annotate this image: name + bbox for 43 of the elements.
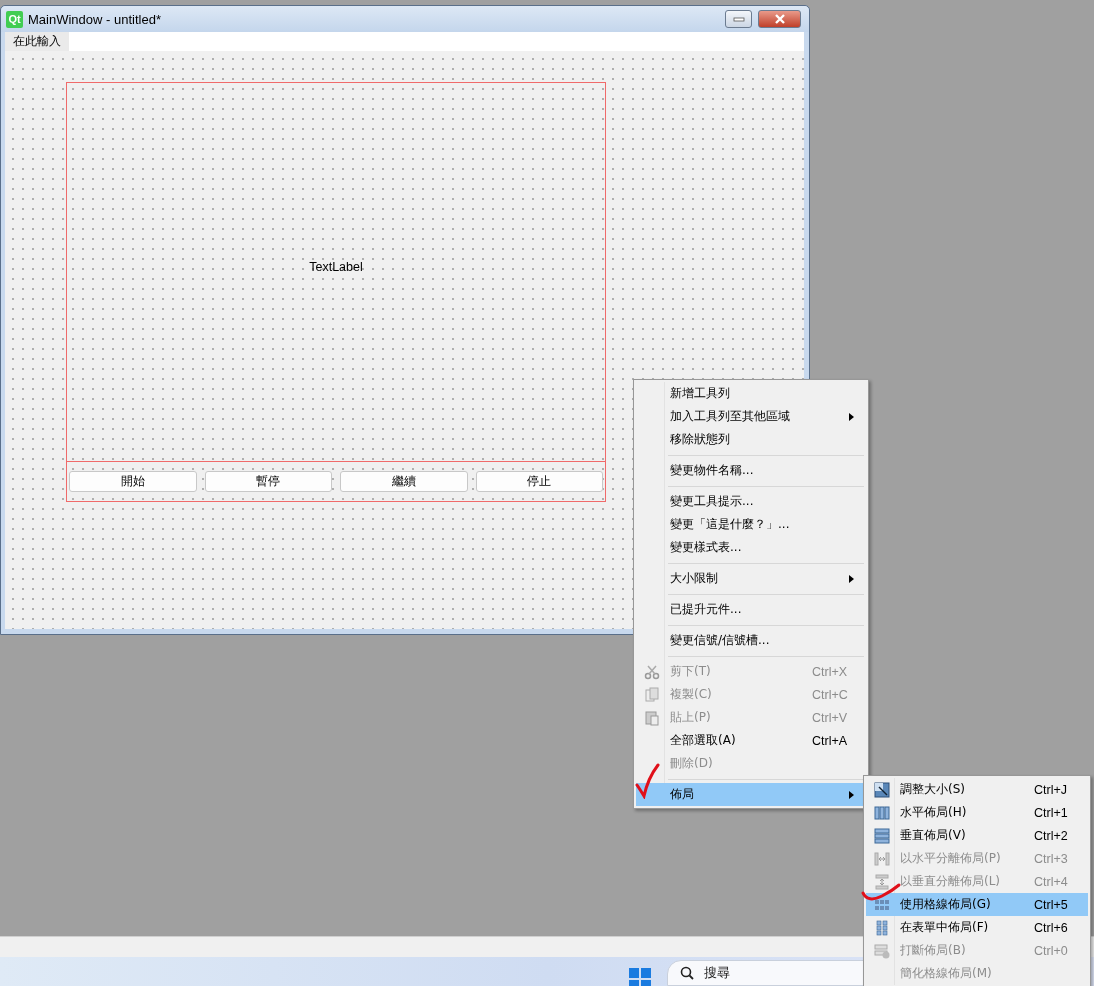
paste-icon (644, 709, 660, 726)
scissors-icon (644, 663, 660, 680)
text-label: TextLabel (309, 260, 363, 274)
menu-item[interactable]: 變更信號/信號槽... (636, 629, 866, 652)
form-grid-icon (874, 919, 890, 936)
menu-item[interactable]: 已提升元件... (636, 598, 866, 621)
windows-logo-icon[interactable] (629, 968, 651, 986)
menu-item[interactable]: 變更物件名稱... (636, 459, 866, 482)
qt-logo: Qt (6, 10, 23, 28)
menu-item[interactable]: 使用格線佈局(G) Ctrl+5 (866, 893, 1088, 916)
rows-icon (874, 827, 890, 844)
menu-item[interactable]: 變更「這是什麼？」... (636, 513, 866, 536)
push-button[interactable]: 停止 (475, 471, 603, 492)
copy-icon (644, 686, 660, 703)
menu-item[interactable]: 大小限制 (636, 567, 866, 590)
menu-item[interactable]: 變更工具提示... (636, 490, 866, 513)
window-title: MainWindow - untitled* (28, 11, 162, 27)
pen-stroke-annotation (860, 881, 902, 903)
minimize-icon (732, 16, 745, 22)
menu-item[interactable]: 全部選取(A) Ctrl+A (636, 729, 866, 752)
checkmark-annotation (634, 763, 660, 799)
resize-icon (874, 781, 890, 798)
vertical-splitter-icon (874, 873, 890, 890)
menu-item[interactable]: 佈局 (636, 783, 866, 806)
columns-icon (874, 804, 890, 821)
push-button[interactable]: 開始 (69, 471, 197, 492)
close-icon (773, 14, 786, 24)
menu-item[interactable]: 在此輸入 (5, 32, 69, 51)
break-layout-icon (874, 942, 890, 959)
menu-item[interactable]: 移除狀態列 (636, 428, 866, 451)
push-button[interactable]: 繼續 (340, 471, 468, 492)
menu-item[interactable]: 變更樣式表... (636, 536, 866, 559)
menu-item[interactable]: 調整大小(S) Ctrl+J (866, 778, 1088, 801)
menu-item[interactable]: 新增工具列 (636, 382, 866, 405)
menu-item[interactable]: 加入工具列至其他區域 (636, 405, 866, 428)
menu-item[interactable]: 在表單中佈局(F) Ctrl+6 (866, 916, 1088, 939)
menu-item[interactable]: 水平佈局(H) Ctrl+1 (866, 801, 1088, 824)
push-button[interactable]: 暫停 (204, 471, 332, 492)
close-button[interactable] (758, 10, 801, 28)
search-icon (680, 966, 694, 980)
horizontal-splitter-icon (874, 850, 890, 867)
menu-item[interactable]: 垂直佈局(V) Ctrl+2 (866, 824, 1088, 847)
minimize-button[interactable] (725, 10, 752, 28)
